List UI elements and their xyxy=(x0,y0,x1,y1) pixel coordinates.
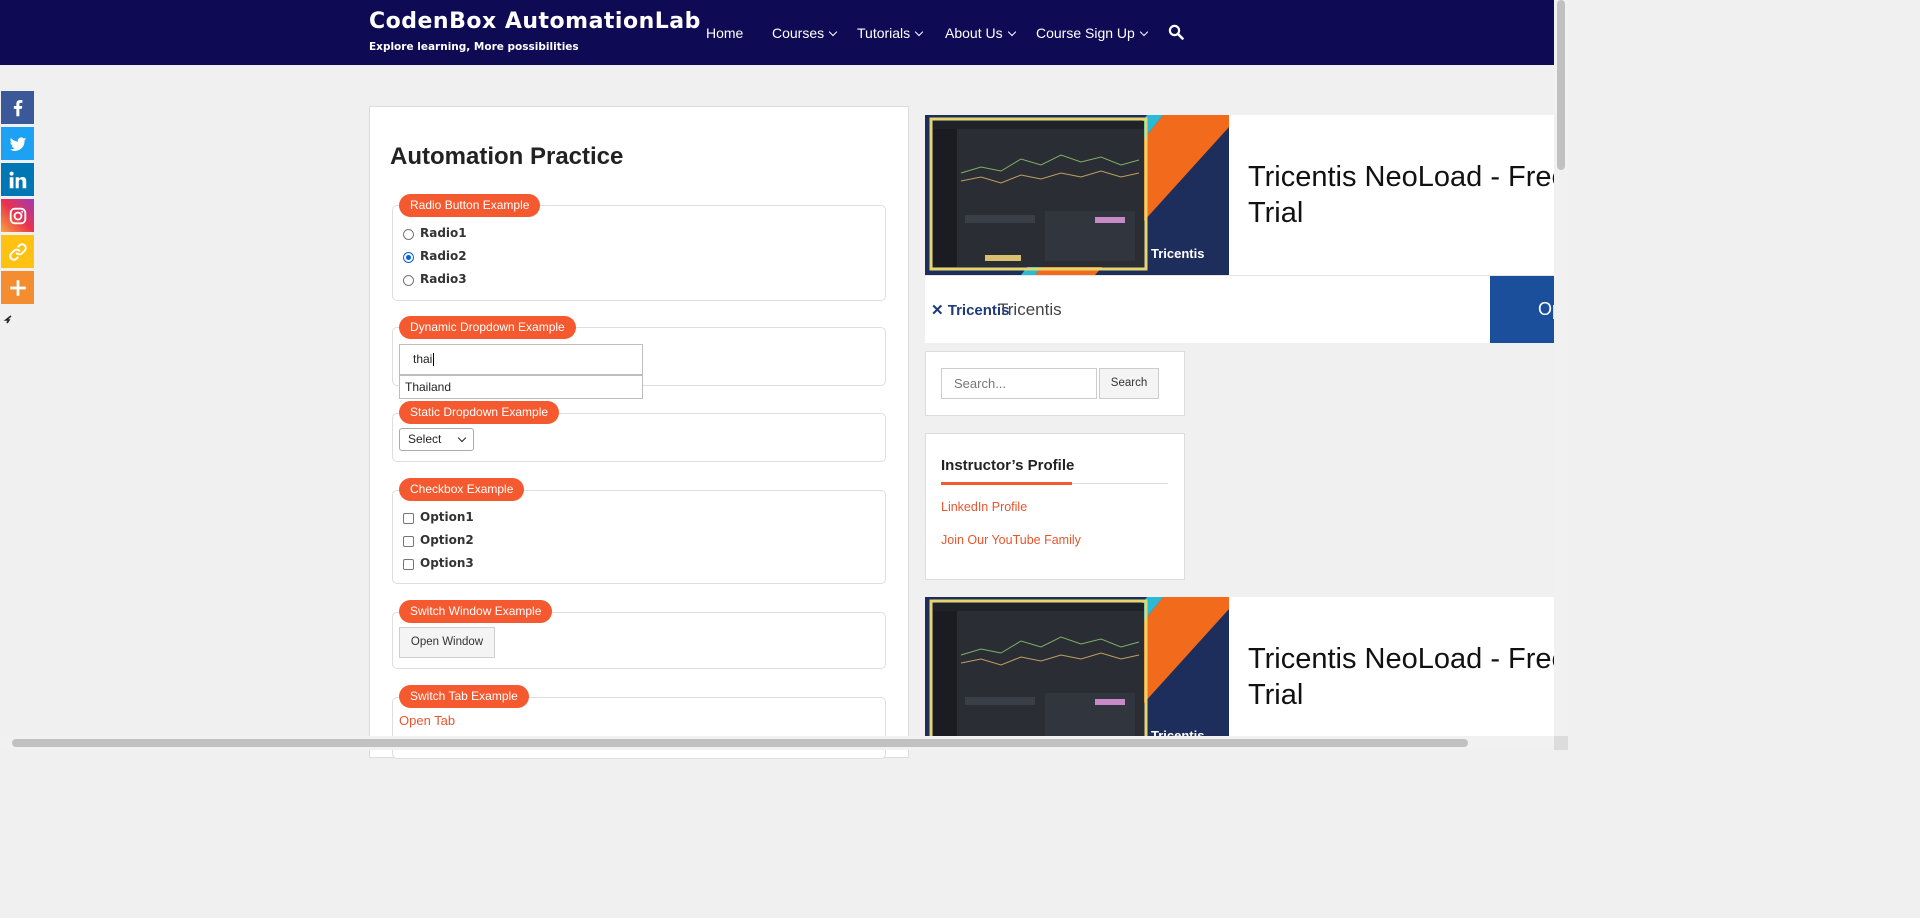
radio-label: Radio2 xyxy=(420,249,467,263)
radio-button[interactable] xyxy=(403,274,414,286)
checkbox-label: Option3 xyxy=(420,556,474,570)
open-window-button[interactable]: Open Window xyxy=(399,627,495,658)
twitter-icon xyxy=(9,136,26,151)
ad-image-logo: Tricentis xyxy=(1151,728,1205,736)
checkbox-label: Option1 xyxy=(420,510,474,524)
scrollbar-corner xyxy=(1554,736,1568,750)
search-icon[interactable] xyxy=(1168,24,1184,40)
switch-tab-legend: Switch Tab Example xyxy=(399,685,529,708)
open-tab-link[interactable]: Open Tab xyxy=(399,713,455,728)
radio-label: Radio1 xyxy=(420,226,467,240)
copy-link-icon xyxy=(8,242,27,261)
ad-banner-top[interactable]: Tricentis Tricentis NeoLoad - Free Trial xyxy=(925,115,1554,275)
horizontal-scrollbar-thumb[interactable] xyxy=(12,739,1468,747)
nav-course-sign-up[interactable]: Course Sign Up xyxy=(1036,25,1149,41)
facebook-share-button[interactable] xyxy=(1,91,34,124)
radio-option-3[interactable]: Radio3 xyxy=(403,272,467,286)
ad-banner-bottom[interactable]: Tricentis Tricentis NeoLoad - Free Trial xyxy=(925,597,1554,736)
linkedin-icon xyxy=(9,171,26,188)
chevron-down-icon xyxy=(914,27,924,37)
facebook-icon xyxy=(13,99,22,116)
checkbox[interactable] xyxy=(403,512,414,524)
site-tagline: Explore learning, More possibilities xyxy=(369,41,579,53)
autocomplete-input-value: thai xyxy=(413,352,433,366)
widget-divider-accent xyxy=(941,482,1072,485)
checkbox[interactable] xyxy=(403,558,414,570)
ad-title-line2: Trial xyxy=(1248,197,1304,229)
nav-courses-label: Courses xyxy=(772,25,825,41)
nav-courses[interactable]: Courses xyxy=(772,25,838,41)
chevron-down-icon xyxy=(457,433,467,443)
more-icon xyxy=(9,279,26,296)
vertical-scrollbar-thumb[interactable] xyxy=(1557,0,1565,170)
radio-button[interactable] xyxy=(403,228,414,240)
instagram-share-button[interactable] xyxy=(1,199,34,232)
chevron-down-icon xyxy=(828,27,838,37)
select-value: Select xyxy=(408,432,442,446)
sidebar-search-input[interactable]: Search... xyxy=(941,368,1097,399)
hide-share-bar-icon[interactable] xyxy=(3,314,13,324)
ad-title-line1: Tricentis NeoLoad - Free xyxy=(1248,643,1554,675)
linkedin-profile-link[interactable]: LinkedIn Profile xyxy=(941,500,1027,514)
checkbox-option-3[interactable]: Option3 xyxy=(403,556,474,570)
chevron-down-icon xyxy=(1007,27,1016,37)
site-title[interactable]: CodenBox AutomationLab xyxy=(369,9,701,34)
ad-dashboard-image xyxy=(925,597,1229,736)
nav-home-label: Home xyxy=(706,25,744,41)
linkedin-share-button[interactable] xyxy=(1,163,34,196)
switch-window-legend: Switch Window Example xyxy=(399,600,553,623)
radio-button-selected[interactable] xyxy=(403,251,414,263)
checkbox[interactable] xyxy=(403,535,414,547)
nav-tutorials[interactable]: Tutorials xyxy=(857,25,924,41)
nav-tutorials-label: Tutorials xyxy=(857,25,911,41)
ad-bar[interactable]: ✕ Tricentis Tricentis Open xyxy=(925,275,1554,343)
autocomplete-input[interactable]: thai xyxy=(399,344,643,375)
checkbox-label: Option2 xyxy=(420,533,474,547)
ad-title-line2: Trial xyxy=(1248,679,1304,711)
copy-link-button[interactable] xyxy=(1,235,34,268)
youtube-family-link[interactable]: Join Our YouTube Family xyxy=(941,533,1081,547)
nav-about-us-label: About Us xyxy=(945,25,1003,41)
autocomplete-suggestion[interactable]: Thailand xyxy=(399,375,643,399)
radio-legend: Radio Button Example xyxy=(399,194,541,217)
static-dropdown-select[interactable]: Select xyxy=(399,428,474,451)
ad-screenshot-image: Tricentis xyxy=(925,115,1229,275)
checkbox-option-1[interactable]: Option1 xyxy=(403,510,474,524)
checkbox-legend: Checkbox Example xyxy=(399,478,525,501)
radio-option-1[interactable]: Radio1 xyxy=(403,226,467,240)
more-share-button[interactable] xyxy=(1,271,34,304)
page-title: Automation Practice xyxy=(390,143,624,170)
dynamic-dropdown-legend: Dynamic Dropdown Example xyxy=(399,316,576,339)
sidebar-search-button[interactable]: Search xyxy=(1099,368,1159,399)
text-caret xyxy=(433,353,435,367)
nav-home[interactable]: Home xyxy=(706,25,743,41)
radio-option-2[interactable]: Radio2 xyxy=(403,249,467,263)
checkbox-option-2[interactable]: Option2 xyxy=(403,533,474,547)
ad-image-logo: Tricentis xyxy=(1151,246,1205,261)
nav-course-sign-up-label: Course Sign Up xyxy=(1036,25,1135,41)
ad-brand: Tricentis xyxy=(998,300,1062,319)
chevron-down-icon xyxy=(1139,27,1149,37)
profile-widget-title: Instructor’s Profile xyxy=(941,457,1075,474)
static-dropdown-legend: Static Dropdown Example xyxy=(399,401,560,424)
twitter-share-button[interactable] xyxy=(1,127,34,160)
ad-screenshot-image: Tricentis xyxy=(925,597,1229,736)
ad-title-line1: Tricentis NeoLoad - Free xyxy=(1248,161,1554,193)
nav-about-us[interactable]: About Us xyxy=(945,25,1016,41)
instagram-icon xyxy=(9,207,26,224)
ad-open-button[interactable]: Open xyxy=(1490,276,1554,343)
radio-label: Radio3 xyxy=(420,272,467,286)
